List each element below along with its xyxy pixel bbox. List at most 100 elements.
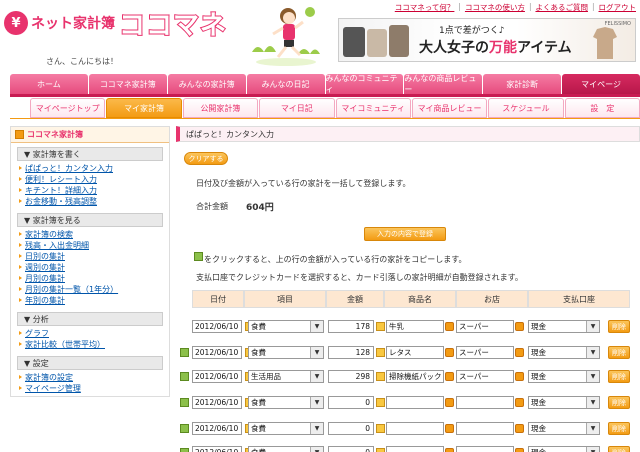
delete-button[interactable]: 削除 (608, 396, 630, 409)
nav-cocomane-kakeibo[interactable]: ココマネ家計簿 (88, 74, 167, 94)
section-title[interactable]: ▼ 分析 (17, 312, 163, 326)
category-select[interactable]: 食費 (248, 346, 324, 359)
sidebar-link-yearly[interactable]: 年別の集計 (17, 295, 163, 306)
sidebar-link-money-transfer[interactable]: お金移動・残高調整 (17, 196, 163, 207)
sidebar-link-monthly[interactable]: 月別の集計 (17, 273, 163, 284)
amount-field[interactable]: 0 (328, 396, 374, 409)
tab-public-kakeibo[interactable]: 公開家計簿 (182, 98, 259, 118)
sidebar-link-quick-input[interactable]: ぱぱっと！カンタン入力 (17, 163, 163, 174)
shop-search-icon[interactable] (515, 398, 524, 407)
site-logo[interactable]: ¥ ネット家計簿 ココマネ (4, 8, 227, 42)
item-name-field[interactable] (386, 396, 444, 409)
nav-product-reviews[interactable]: みんなの商品レビュー (404, 74, 483, 94)
sidebar-link-search[interactable]: 家計簿の検索 (17, 229, 163, 240)
section-title[interactable]: ▼ 設定 (17, 356, 163, 370)
date-field[interactable]: 2012/06/10 (192, 370, 242, 383)
tab-mypage-top[interactable]: マイページトップ (30, 98, 106, 118)
nav-home[interactable]: ホーム (10, 74, 88, 94)
clear-button[interactable]: クリアする (184, 152, 228, 165)
account-select[interactable]: 現金 (528, 320, 600, 333)
item-search-icon[interactable] (445, 322, 454, 331)
amount-field[interactable]: 178 (328, 320, 374, 333)
tab-my-community[interactable]: マイコミュニティ (335, 98, 411, 118)
date-field[interactable]: 2012/06/10 (192, 346, 242, 359)
calculator-icon[interactable] (376, 398, 385, 407)
calculator-icon[interactable] (376, 322, 385, 331)
account-select[interactable]: 現金 (528, 346, 600, 359)
tab-settings[interactable]: 設 定 (564, 98, 640, 118)
nav-household-diagnosis[interactable]: 家計診断 (483, 74, 562, 94)
item-name-field[interactable]: レタス (386, 346, 444, 359)
shop-field[interactable]: スーパー (456, 370, 514, 383)
shop-field[interactable] (456, 396, 514, 409)
delete-button[interactable]: 削除 (608, 422, 630, 435)
category-select[interactable]: 食費 (248, 422, 324, 435)
item-search-icon[interactable] (445, 372, 454, 381)
calculator-icon[interactable] (376, 424, 385, 433)
date-field[interactable]: 2012/06/10 (192, 396, 242, 409)
sidebar-link-receipt-input[interactable]: 便利！レシート入力 (17, 174, 163, 185)
link-howto[interactable]: ココマネの使い方 (465, 2, 525, 13)
nav-everyone-kakeibo[interactable]: みんなの家計簿 (167, 74, 246, 94)
nav-everyone-community[interactable]: みんなのコミュニティ (325, 74, 404, 94)
item-name-field[interactable]: 掃除機紙パック (386, 370, 444, 383)
account-select[interactable]: 現金 (528, 446, 600, 452)
shop-search-icon[interactable] (515, 322, 524, 331)
link-faq[interactable]: よくあるご質問 (535, 2, 588, 13)
link-logout[interactable]: ログアウト (599, 2, 637, 13)
sidebar-link-detailed-input[interactable]: キチント！詳細入力 (17, 185, 163, 196)
sidebar-link-weekly[interactable]: 週別の集計 (17, 262, 163, 273)
item-search-icon[interactable] (445, 348, 454, 357)
category-select[interactable]: 食費 (248, 320, 324, 333)
tab-my-kakeibo[interactable]: マイ家計簿 (106, 98, 182, 118)
copy-row-icon[interactable] (180, 398, 189, 407)
copy-row-icon[interactable] (180, 372, 189, 381)
item-name-field[interactable] (386, 422, 444, 435)
account-select[interactable]: 現金 (528, 370, 600, 383)
sidebar-link-balance[interactable]: 残高・入出金明細 (17, 240, 163, 251)
shop-field[interactable] (456, 422, 514, 435)
sidebar-link-monthly-list[interactable]: 月別の集計一覧（1年分） (17, 284, 163, 295)
copy-row-icon[interactable] (180, 348, 189, 357)
tab-schedule[interactable]: スケジュール (488, 98, 564, 118)
delete-button[interactable]: 削除 (608, 370, 630, 383)
item-name-field[interactable] (386, 446, 444, 452)
copy-row-icon[interactable] (180, 424, 189, 433)
shop-search-icon[interactable] (515, 372, 524, 381)
delete-button[interactable]: 削除 (608, 320, 630, 333)
amount-field[interactable]: 298 (328, 370, 374, 383)
sidebar-link-kakeibo-settings[interactable]: 家計簿の設定 (17, 372, 163, 383)
sidebar-link-compare[interactable]: 家計比較（世帯平均） (17, 339, 163, 350)
item-name-field[interactable]: 牛乳 (386, 320, 444, 333)
tab-my-diary[interactable]: マイ日記 (259, 98, 335, 118)
account-select[interactable]: 現金 (528, 422, 600, 435)
date-field[interactable]: 2012/06/10 (192, 320, 242, 333)
amount-field[interactable]: 128 (328, 346, 374, 359)
delete-button[interactable]: 削除 (608, 446, 630, 452)
shop-search-icon[interactable] (515, 424, 524, 433)
item-search-icon[interactable] (445, 424, 454, 433)
calculator-icon[interactable] (376, 372, 385, 381)
item-search-icon[interactable] (445, 398, 454, 407)
register-button[interactable]: 入力の内容で登録 (364, 227, 446, 241)
item-search-icon[interactable] (445, 448, 454, 452)
sidebar-link-daily[interactable]: 日別の集計 (17, 251, 163, 262)
amount-field[interactable]: 0 (328, 446, 374, 452)
delete-button[interactable]: 削除 (608, 346, 630, 359)
shop-field[interactable]: スーパー (456, 320, 514, 333)
shop-search-icon[interactable] (515, 448, 524, 452)
ad-banner[interactable]: 1点で差がつく♪ 大人女子の万能アイテム FELISSIMO (338, 18, 636, 62)
nav-everyone-diary[interactable]: みんなの日記 (246, 74, 325, 94)
tab-my-reviews[interactable]: マイ商品レビュー (411, 98, 488, 118)
category-select[interactable]: 食費 (248, 396, 324, 409)
date-field[interactable]: 2012/06/10 (192, 446, 242, 452)
shop-field[interactable] (456, 446, 514, 452)
calculator-icon[interactable] (376, 348, 385, 357)
date-field[interactable]: 2012/06/10 (192, 422, 242, 435)
link-about[interactable]: ココマネって何？ (395, 2, 455, 13)
category-select[interactable]: 食費 (248, 446, 324, 452)
shop-field[interactable]: スーパー (456, 346, 514, 359)
calculator-icon[interactable] (376, 448, 385, 452)
nav-mypage[interactable]: マイページ (562, 74, 640, 94)
account-select[interactable]: 現金 (528, 396, 600, 409)
